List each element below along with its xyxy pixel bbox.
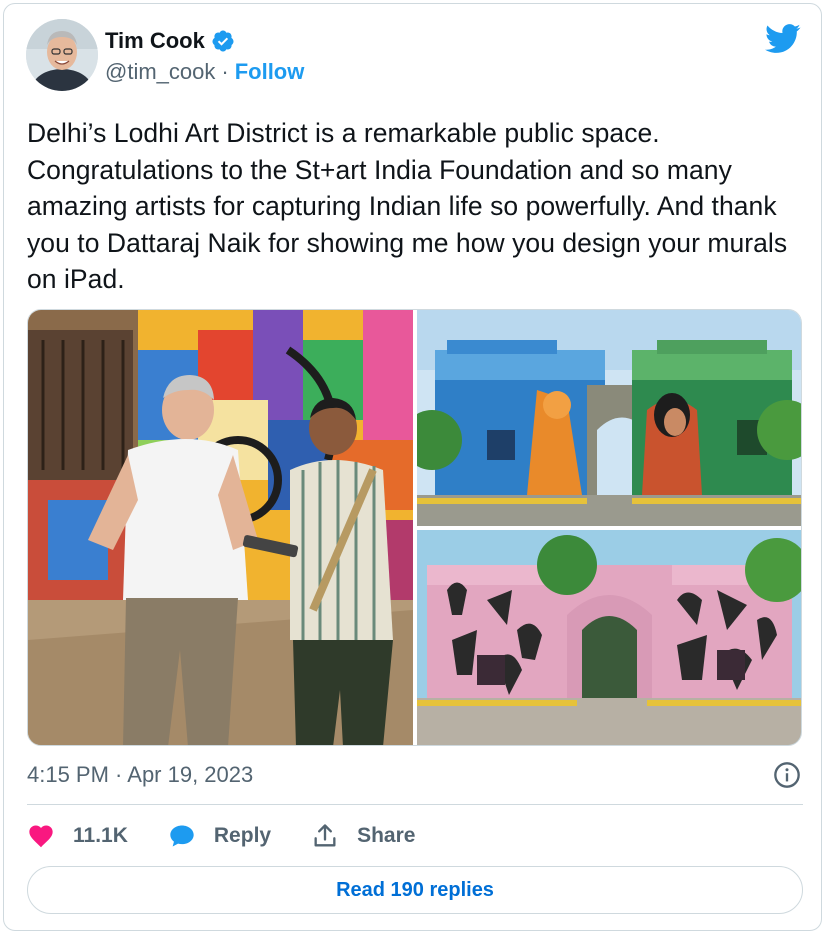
- info-icon[interactable]: [773, 761, 801, 789]
- reply-button[interactable]: Reply: [168, 822, 271, 850]
- heart-icon: [29, 825, 53, 848]
- author-name[interactable]: Tim Cook: [105, 28, 205, 54]
- separator-dot: ·: [221, 59, 229, 84]
- tweet-card: Tim Cook @tim_cook · Follow Delhi’s Lodh…: [3, 3, 822, 931]
- photo-blue-green-mural-building[interactable]: [417, 310, 801, 526]
- tweet-text: Delhi’s Lodhi Art District is a remarkab…: [27, 118, 788, 294]
- author-handle[interactable]: @tim_cook: [105, 59, 215, 85]
- photo-meeting-image: [28, 310, 413, 745]
- reply-bubble-icon: [170, 825, 194, 847]
- share-icon: [314, 824, 336, 847]
- avatar-image: [26, 19, 98, 91]
- photo-meeting-with-artist[interactable]: [28, 310, 413, 745]
- action-bar: 11.1K Reply Share: [27, 818, 455, 854]
- meta-row: 4:15 PM · Apr 19, 2023: [27, 760, 803, 790]
- author-name-row: Tim Cook: [105, 28, 235, 54]
- share-button[interactable]: Share: [311, 822, 415, 850]
- media-grid: [27, 309, 802, 746]
- photo-mural-building-image: [417, 310, 801, 526]
- avatar[interactable]: [26, 19, 98, 91]
- photo-pink-mural-building[interactable]: [417, 530, 801, 745]
- like-count: 11.1K: [73, 824, 128, 847]
- like-button[interactable]: 11.1K: [27, 822, 128, 850]
- reply-label: Reply: [213, 824, 272, 847]
- share-label: Share: [357, 824, 416, 847]
- verified-badge-icon: [212, 30, 234, 52]
- tweet-timestamp[interactable]: 4:15 PM · Apr 19, 2023: [27, 762, 253, 788]
- follow-button[interactable]: Follow: [235, 59, 305, 85]
- read-replies-button[interactable]: Read 190 replies: [27, 866, 803, 914]
- twitter-bird-icon[interactable]: [765, 24, 801, 54]
- photo-pink-building-image: [417, 530, 801, 745]
- author-handle-row: @tim_cook · Follow: [105, 59, 304, 85]
- divider: [27, 804, 803, 805]
